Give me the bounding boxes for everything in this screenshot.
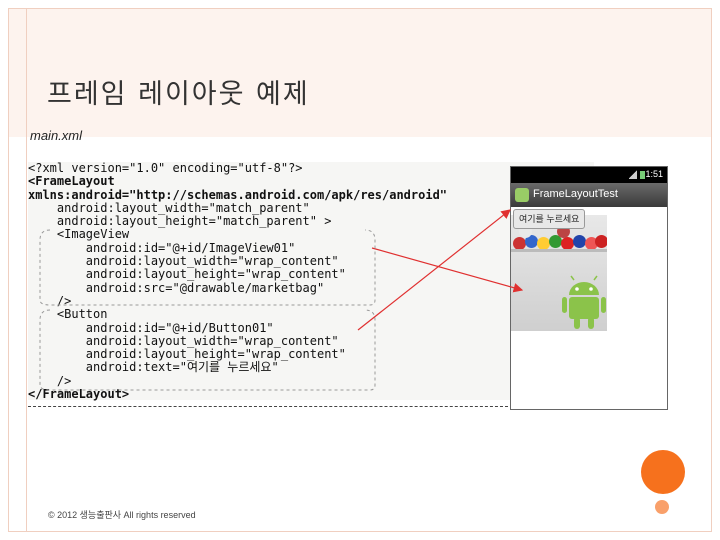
image-band	[511, 249, 607, 252]
status-time: 1:51	[645, 169, 663, 179]
code-line: <FrameLayout	[28, 174, 115, 189]
slide-title: 프레임 레이아웃 예제	[47, 79, 310, 110]
code-line: <ImageView	[28, 227, 130, 242]
status-bar: 1:51	[511, 167, 667, 183]
battery-icon	[640, 171, 645, 179]
code-line: android:src="@drawable/marketbag"	[28, 280, 325, 295]
app-title: FrameLayoutTest	[533, 188, 618, 200]
code-line: android:layout_height="wrap_content"	[28, 347, 346, 362]
decorative-small-circle	[655, 500, 669, 514]
code-line: android:text="여기를 누르세요"	[28, 360, 279, 375]
android-robot-icon	[562, 275, 606, 329]
marketbag-image	[511, 215, 607, 331]
flag-icon	[595, 235, 607, 248]
left-margin-line	[26, 9, 27, 531]
code-line: android:id="@+id/Button01"	[28, 320, 274, 335]
signal-icon	[629, 170, 637, 179]
code-line: android:id="@+id/ImageView01"	[28, 240, 296, 255]
code-line: />	[28, 373, 72, 388]
code-line: android:layout_height="wrap_content"	[28, 267, 346, 282]
file-name-label: main.xml	[30, 128, 83, 143]
code-line: android:layout_width="match_parent"	[28, 200, 310, 215]
code-line: />	[28, 293, 72, 308]
code-line: <?xml version="1.0" encoding="utf-8"?>	[28, 161, 303, 175]
code-line: android:layout_height="match_parent" >	[28, 214, 332, 229]
copyright-footer: © 2012 생능출판사 All rights reserved	[48, 510, 196, 520]
code-line: </FrameLayout>	[28, 387, 130, 402]
app-icon	[515, 188, 529, 202]
frame-layout-content: 여기를 누르세요	[511, 207, 667, 409]
flag-icon	[573, 235, 586, 248]
app-title-bar: FrameLayoutTest	[511, 183, 667, 207]
press-here-button[interactable]: 여기를 누르세요	[513, 209, 586, 229]
phone-screenshot: 1:51 FrameLayoutTest 여기를 누르세요	[510, 166, 668, 410]
dashed-divider	[28, 406, 508, 407]
code-line: xmlns:android="http://schemas.android.co…	[28, 187, 448, 202]
code-line: <Button	[28, 307, 108, 322]
code-line: android:layout_width="wrap_content"	[28, 333, 339, 348]
xml-code-block: <?xml version="1.0" encoding="utf-8"?> <…	[28, 161, 448, 402]
decorative-orange-circle	[641, 450, 685, 494]
code-line: android:layout_width="wrap_content"	[28, 254, 339, 269]
